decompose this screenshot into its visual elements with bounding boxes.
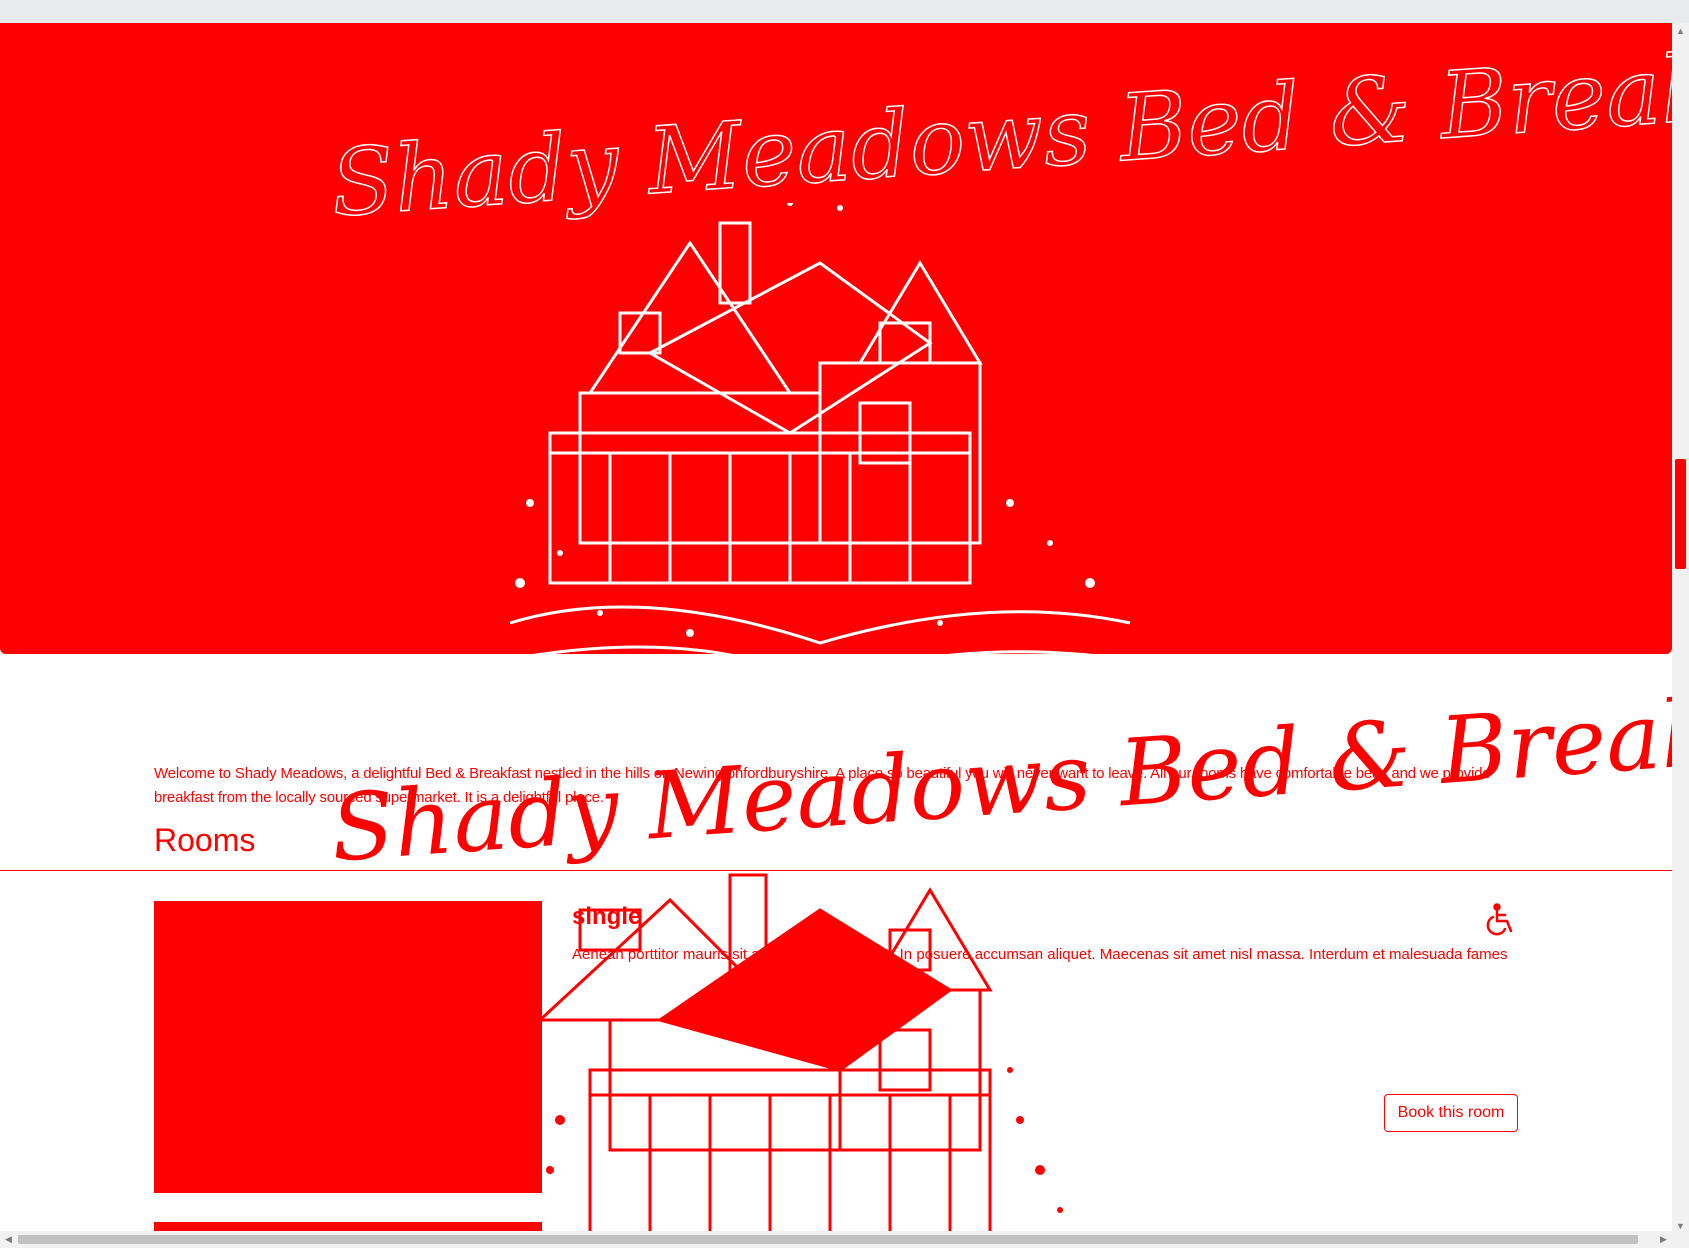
scroll-left-icon[interactable]: ◀: [0, 1231, 17, 1248]
vertical-scroll-thumb[interactable]: [1675, 459, 1686, 569]
vertical-scrollbar[interactable]: ▲ ▼: [1672, 23, 1689, 1235]
overlay-logo-title: Shady Meadows Bed & Breakfast: [327, 666, 1689, 883]
scroll-right-icon[interactable]: ▶: [1655, 1231, 1672, 1248]
browser-top-bar: [0, 0, 1689, 23]
scroll-up-icon[interactable]: ▲: [1672, 23, 1689, 40]
hero-banner: Shady Meadows Bed & Breakfast: [0, 21, 1689, 685]
room-image: [154, 901, 542, 1193]
wheelchair-icon: [1486, 903, 1513, 936]
book-room-button[interactable]: Book this room: [1384, 1094, 1518, 1132]
house-illustration-icon: [540, 873, 1063, 1235]
house-illustration-icon: [490, 203, 1150, 685]
rooms-heading: Rooms: [154, 822, 256, 858]
horizontal-scroll-thumb[interactable]: [18, 1235, 1638, 1244]
horizontal-scrollbar[interactable]: ◀ ▶: [0, 1231, 1689, 1248]
